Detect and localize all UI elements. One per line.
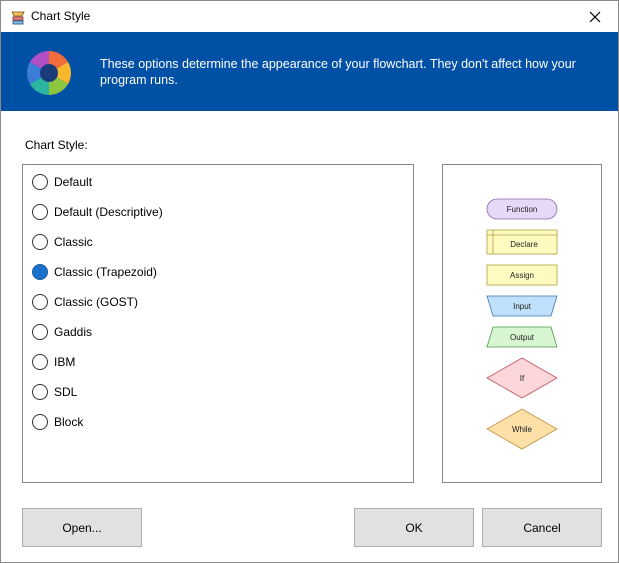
radio-style-default[interactable]: Default xyxy=(32,172,92,192)
banner-text: These options determine the appearance o… xyxy=(100,57,576,87)
ok-button[interactable]: OK xyxy=(354,508,474,547)
radio-button-selected[interactable] xyxy=(32,264,48,280)
radio-label: IBM xyxy=(54,355,76,369)
preview-diagram: Function Declare Assign Input Output If xyxy=(486,198,558,450)
radio-style-classic[interactable]: Classic xyxy=(32,232,93,252)
radio-style-ibm[interactable]: IBM xyxy=(32,352,75,372)
radio-button[interactable] xyxy=(32,174,48,190)
radio-button[interactable] xyxy=(32,414,48,430)
window-title: Chart Style xyxy=(31,9,91,23)
radio-label: SDL xyxy=(54,385,78,399)
radio-style-gaddis[interactable]: Gaddis xyxy=(32,322,92,342)
radio-button[interactable] xyxy=(32,294,48,310)
radio-button[interactable] xyxy=(32,324,48,340)
close-icon xyxy=(589,11,601,22)
radio-style-block[interactable]: Block xyxy=(32,412,83,432)
open-button[interactable]: Open... xyxy=(22,508,142,547)
function-label: Function xyxy=(507,205,538,214)
assign-label: Assign xyxy=(510,271,534,280)
radio-label: Default (Descriptive) xyxy=(54,205,163,219)
info-banner: These options determine the appearance o… xyxy=(1,32,618,111)
chart-preview: Function Declare Assign Input Output If xyxy=(442,164,602,483)
radio-style-classic-gost[interactable]: Classic (GOST) xyxy=(32,292,138,312)
chart-style-label: Chart Style: xyxy=(25,138,88,152)
radio-button[interactable] xyxy=(32,204,48,220)
while-label: While xyxy=(512,425,533,434)
title-bar: Chart Style xyxy=(1,1,618,32)
close-button[interactable] xyxy=(572,1,618,32)
radio-button[interactable] xyxy=(32,384,48,400)
radio-label: Classic (GOST) xyxy=(54,295,138,309)
flowchart-app-icon xyxy=(11,11,25,25)
chart-style-dialog: Chart Style These options determine the … xyxy=(0,0,619,563)
radio-style-default-descriptive[interactable]: Default (Descriptive) xyxy=(32,202,163,222)
radio-label: Gaddis xyxy=(54,325,93,339)
declare-label: Declare xyxy=(510,240,538,249)
radio-button[interactable] xyxy=(32,354,48,370)
radio-label: Classic (Trapezoid) xyxy=(54,265,157,279)
cancel-button[interactable]: Cancel xyxy=(482,508,602,547)
output-label: Output xyxy=(510,333,535,342)
radio-button[interactable] xyxy=(32,234,48,250)
input-label: Input xyxy=(513,302,532,311)
radio-style-classic-trapezoid[interactable]: Classic (Trapezoid) xyxy=(32,262,157,282)
radio-label: Classic xyxy=(54,235,93,249)
if-label: If xyxy=(520,374,525,383)
chart-style-list: Default Default (Descriptive) Classic Cl… xyxy=(22,164,414,483)
color-wheel-icon xyxy=(27,51,71,95)
radio-style-sdl[interactable]: SDL xyxy=(32,382,77,402)
radio-label: Default xyxy=(54,175,93,189)
radio-label: Block xyxy=(54,415,84,429)
